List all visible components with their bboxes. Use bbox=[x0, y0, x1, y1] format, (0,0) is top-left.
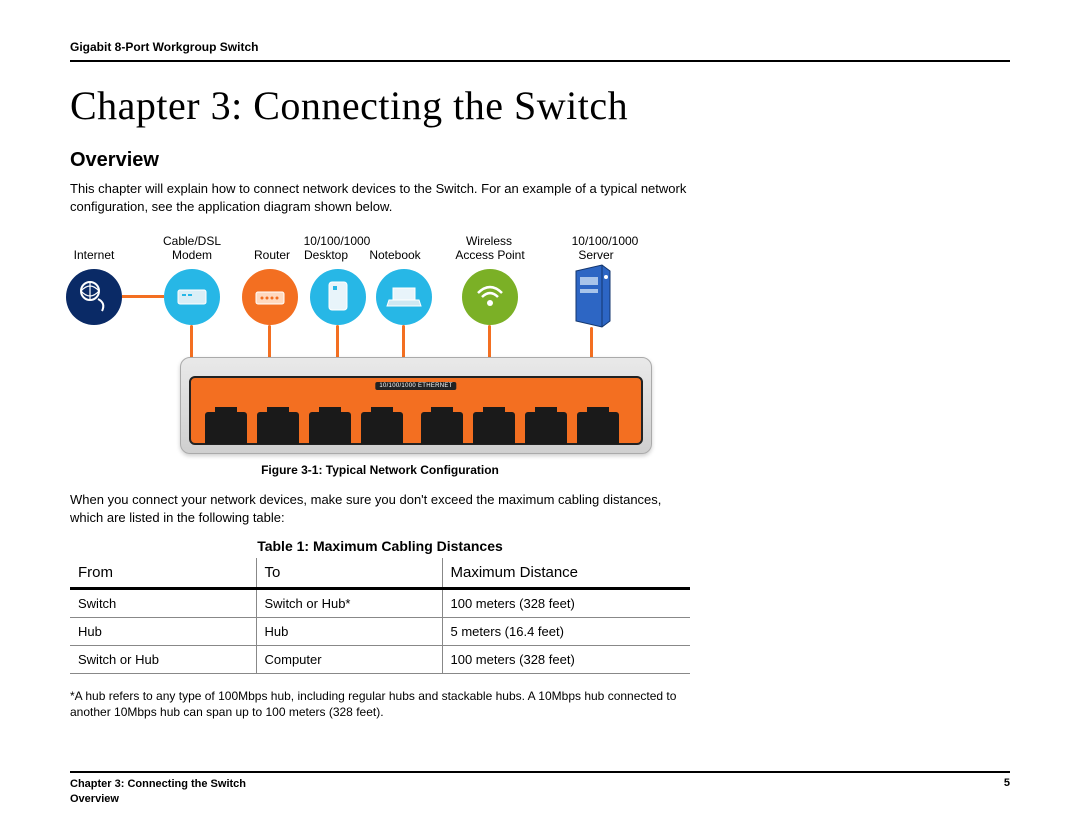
overview-heading: Overview bbox=[70, 149, 1010, 172]
chapter-title: Chapter 3: Connecting the Switch bbox=[70, 82, 1010, 129]
internet-label: Internet bbox=[64, 249, 124, 263]
desktop-icon bbox=[310, 269, 366, 325]
desktop-label-top: 10/100/1000 bbox=[292, 235, 382, 249]
table-footnote: *A hub refers to any type of 100Mbps hub… bbox=[70, 688, 690, 720]
table-row: Switch Switch or Hub* 100 meters (328 fe… bbox=[70, 589, 690, 618]
server-icon bbox=[568, 263, 614, 329]
th-from: From bbox=[70, 558, 256, 589]
modem-icon bbox=[164, 269, 220, 325]
internet-icon bbox=[66, 269, 122, 325]
modem-label-bottom: Modem bbox=[156, 249, 228, 263]
page-footer: Chapter 3: Connecting the Switch Overvie… bbox=[70, 771, 1010, 806]
post-figure-text: When you connect your network devices, m… bbox=[70, 491, 690, 526]
th-dist: Maximum Distance bbox=[442, 558, 690, 589]
page-number: 5 bbox=[1004, 777, 1010, 806]
switch-device: 10/100/1000 ETHERNET bbox=[180, 357, 652, 454]
router-icon bbox=[242, 269, 298, 325]
footer-section: Overview bbox=[70, 792, 246, 806]
table-row: Hub Hub 5 meters (16.4 feet) bbox=[70, 618, 690, 646]
table-row: Switch or Hub Computer 100 meters (328 f… bbox=[70, 646, 690, 674]
modem-label-top: Cable/DSL bbox=[156, 235, 228, 249]
footer-chapter: Chapter 3: Connecting the Switch bbox=[70, 777, 246, 791]
product-header: Gigabit 8-Port Workgroup Switch bbox=[70, 40, 1010, 62]
figure-caption: Figure 3-1: Typical Network Configuratio… bbox=[70, 463, 690, 477]
server-label-bottom: Server bbox=[566, 249, 626, 263]
switch-strip-label: 10/100/1000 ETHERNET bbox=[375, 382, 456, 390]
ap-label-bottom: Access Point bbox=[440, 249, 540, 263]
cabling-table: From To Maximum Distance Switch Switch o… bbox=[70, 558, 690, 674]
ap-label-top: Wireless bbox=[444, 235, 534, 249]
access-point-icon bbox=[462, 269, 518, 325]
notebook-icon bbox=[376, 269, 432, 325]
overview-intro: This chapter will explain how to connect… bbox=[70, 180, 690, 215]
th-to: To bbox=[256, 558, 442, 589]
desktop-label-bottom: Desktop bbox=[296, 249, 356, 263]
table-caption: Table 1: Maximum Cabling Distances bbox=[70, 538, 690, 554]
link-internet-modem bbox=[122, 295, 164, 298]
server-label-top: 10/100/1000 bbox=[560, 235, 650, 249]
router-label: Router bbox=[242, 249, 302, 263]
network-diagram: Internet Cable/DSL Modem Router 10/100/1… bbox=[70, 227, 690, 457]
notebook-label: Notebook bbox=[360, 249, 430, 263]
